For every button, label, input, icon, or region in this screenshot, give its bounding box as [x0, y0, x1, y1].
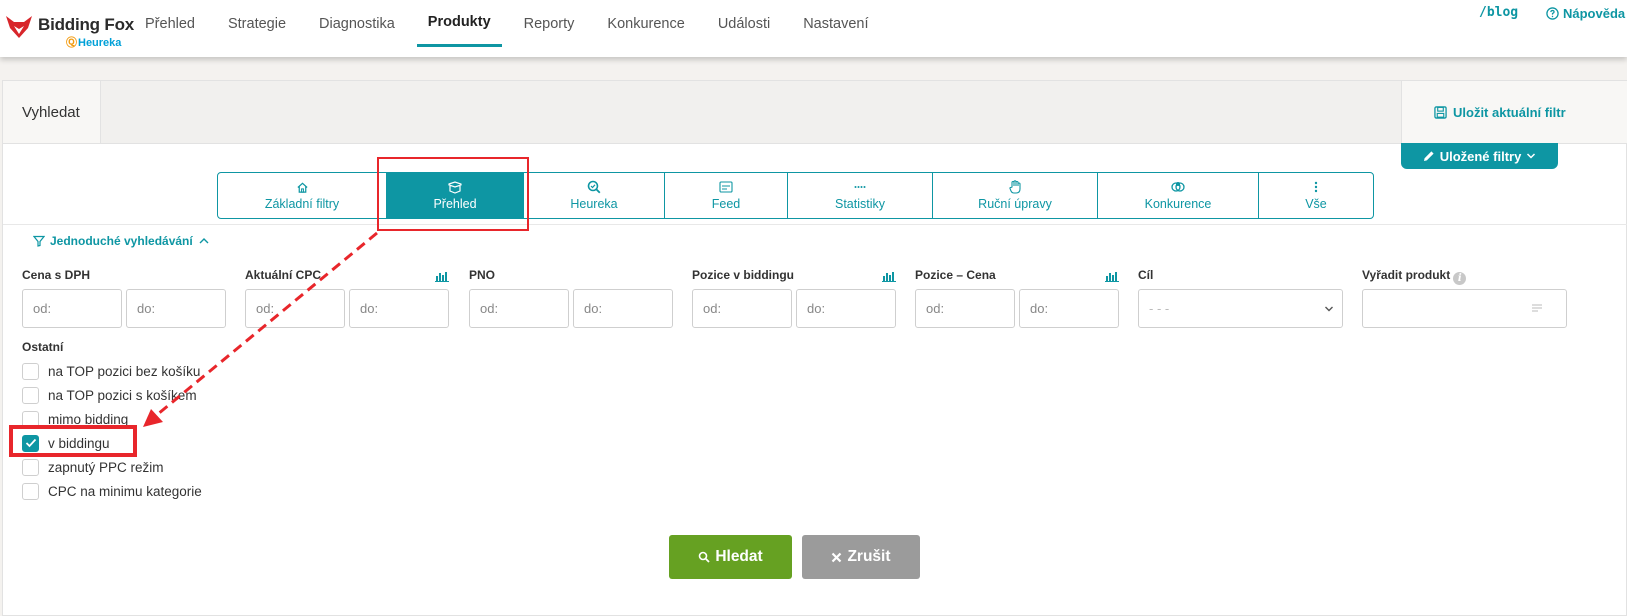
search-icon — [699, 551, 710, 563]
search-header: Vyhledat Uložit aktuální filtr — [3, 81, 1627, 144]
field-pno-label: PNO — [469, 268, 496, 282]
brand-name: Bidding Fox — [38, 15, 135, 34]
hand-icon — [1009, 180, 1021, 194]
vertical-dots-icon — [1314, 180, 1318, 194]
heureka-icon: Ⓠ — [66, 37, 77, 49]
field-position-price-label: Pozice – Cena — [915, 268, 996, 282]
field-goal: Cíl - - - — [1138, 268, 1343, 328]
price-from-input[interactable]: od: — [22, 289, 122, 328]
option-cpc-minimum[interactable]: CPC na minimu kategorie — [22, 479, 202, 503]
help-link[interactable]: Nápověda — [1546, 6, 1625, 21]
bar-chart-icon[interactable] — [882, 270, 896, 282]
field-exclude-label: Vyřadit produkt — [1362, 268, 1451, 282]
logo[interactable]: Bidding Fox ⓆHeureka — [4, 12, 135, 49]
search-bar-area[interactable] — [101, 81, 1401, 143]
save-icon — [1434, 105, 1447, 119]
field-cpc: Aktuální CPC od: do: — [245, 268, 449, 328]
tab-vse[interactable]: Vše — [1259, 173, 1373, 218]
field-position: Pozice v biddingu od: do: — [692, 268, 896, 328]
position-price-from-input[interactable]: od: — [915, 289, 1015, 328]
field-price-label: Cena s DPH — [22, 268, 91, 282]
pno-to-input[interactable]: do: — [573, 289, 673, 328]
field-exclude: Vyřadit produkt i — [1362, 268, 1567, 328]
position-from-input[interactable]: od: — [692, 289, 792, 328]
pno-from-input[interactable]: od: — [469, 289, 569, 328]
feed-icon — [719, 180, 733, 194]
search-label: Vyhledat — [3, 81, 101, 143]
option-ppc-mode[interactable]: zapnutý PPC režim — [22, 455, 202, 479]
price-to-input[interactable]: do: — [126, 289, 226, 328]
option-top-no-cart[interactable]: na TOP pozici bez košíku — [22, 359, 202, 383]
top-bar: Bidding Fox ⓆHeureka Přehled Strategie D… — [0, 0, 1627, 57]
cpc-from-input[interactable]: od: — [245, 289, 345, 328]
tab-rucni-upravy[interactable]: Ruční úpravy — [933, 173, 1098, 218]
bar-chart-icon[interactable] — [1105, 270, 1119, 282]
field-pno: PNO od: do: — [469, 268, 673, 328]
nav-item-diagnostika[interactable]: Diagnostika — [308, 0, 406, 47]
tab-statistiky[interactable]: Statistiky — [788, 173, 933, 218]
tab-zakladni-filtry[interactable]: Základní filtry — [218, 173, 387, 218]
question-circle-icon — [1546, 7, 1559, 20]
fox-logo-icon — [6, 16, 32, 38]
nav-item-udalosti[interactable]: Události — [707, 0, 781, 47]
pencil-icon — [1423, 151, 1434, 161]
brand-sub: ⓆHeureka — [66, 37, 122, 49]
field-goal-label: Cíl — [1138, 268, 1154, 282]
chevron-up-icon — [199, 238, 209, 244]
goal-select[interactable]: - - - — [1138, 289, 1343, 328]
highlight-checkbox-annotation — [9, 425, 137, 457]
position-price-to-input[interactable]: do: — [1019, 289, 1119, 328]
other-title: Ostatní — [22, 340, 64, 354]
checkbox[interactable] — [22, 386, 39, 404]
home-icon — [296, 180, 309, 194]
field-cpc-label: Aktuální CPC — [245, 268, 322, 282]
position-to-input[interactable]: do: — [796, 289, 896, 328]
filter-icon — [33, 235, 45, 247]
competition-icon — [1171, 180, 1185, 194]
highlight-tab-annotation — [377, 157, 529, 231]
checkbox[interactable] — [22, 362, 39, 380]
list-icon — [1532, 304, 1542, 312]
blog-link[interactable]: /blog — [1479, 5, 1518, 20]
checkbox[interactable] — [22, 482, 39, 500]
dots-icon — [854, 180, 866, 194]
field-price: Cena s DPH od: do: — [22, 268, 226, 328]
simple-search-toggle[interactable]: Jednoduché vyhledávání — [33, 234, 210, 248]
info-icon[interactable]: i — [1453, 272, 1467, 285]
cancel-button[interactable]: Zrušit — [802, 535, 920, 579]
search-button[interactable]: Hledat — [669, 535, 792, 579]
field-position-price: Pozice – Cena od: do: — [915, 268, 1119, 328]
cpc-to-input[interactable]: do: — [349, 289, 449, 328]
saved-filters-button[interactable]: Uložené filtry — [1401, 143, 1558, 169]
nav-item-prehled[interactable]: Přehled — [134, 0, 206, 47]
tab-konkurence[interactable]: Konkurence — [1098, 173, 1259, 218]
exclude-select[interactable] — [1362, 289, 1567, 328]
main-nav: Přehled Strategie Diagnostika Produkty R… — [134, 0, 891, 57]
nav-item-nastaveni[interactable]: Nastavení — [792, 0, 879, 47]
option-top-cart[interactable]: na TOP pozici s košíkem — [22, 383, 202, 407]
nav-item-strategie[interactable]: Strategie — [217, 0, 297, 47]
save-filter-button[interactable]: Uložit aktuální filtr — [1401, 81, 1627, 143]
bar-chart-icon[interactable] — [435, 270, 449, 282]
nav-item-produkty[interactable]: Produkty — [416, 0, 502, 47]
chevron-down-icon — [1527, 153, 1536, 159]
chevron-down-icon — [1325, 306, 1333, 311]
section-divider — [3, 224, 1627, 225]
tab-feed[interactable]: Feed — [665, 173, 788, 218]
checkbox[interactable] — [22, 458, 39, 476]
nav-item-reporty[interactable]: Reporty — [513, 0, 586, 47]
search-check-icon — [587, 180, 601, 194]
goal-select-value: - - - — [1149, 301, 1170, 316]
filter-panel: Vyhledat Uložit aktuální filtr Uložené f… — [2, 80, 1627, 616]
field-position-label: Pozice v biddingu — [692, 268, 795, 282]
nav-item-konkurence[interactable]: Konkurence — [596, 0, 695, 47]
close-icon — [832, 552, 842, 562]
tab-heureka[interactable]: Heureka — [524, 173, 665, 218]
